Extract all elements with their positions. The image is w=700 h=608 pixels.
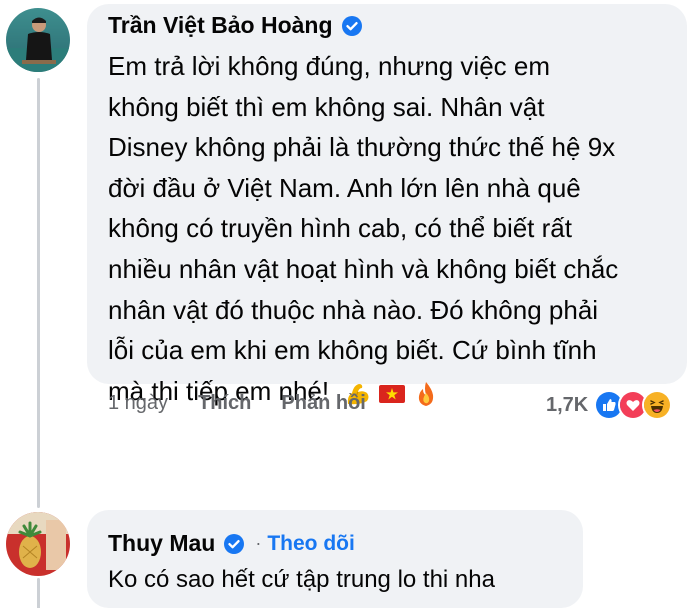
comment-text-line: đời đầu ở Việt Nam. Anh lớn lên nhà quê: [108, 172, 581, 203]
reaction-count: 1,7K: [546, 393, 589, 416]
comment-text-line: nhiều nhân vật hoạt hình và không biết c…: [108, 253, 619, 284]
reaction-summary[interactable]: 1,7K: [546, 390, 673, 420]
haha-reaction-icon: [642, 390, 673, 420]
separator-dot: ·: [255, 533, 262, 553]
verified-badge-icon: [341, 15, 363, 37]
verified-badge-icon: [223, 533, 245, 555]
reaction-icons: [594, 390, 673, 420]
comment-text-line: nhân vật đó thuộc nhà nào. Đó không phải: [108, 294, 599, 325]
comment-text: Ko có sao hết cứ tập trung lo thi nha: [108, 566, 495, 593]
comment-text-line: Em trả lời không đúng, nhưng việc em: [108, 51, 551, 81]
follow-button[interactable]: Theo dõi: [267, 532, 355, 556]
thread-connector-line: [37, 78, 40, 508]
comment-author-name[interactable]: Trần Việt Bảo Hoàng: [108, 12, 333, 39]
comment-text-line: không có truyền hình cab, có thể biết rấ…: [108, 213, 572, 244]
avatar[interactable]: [6, 8, 70, 72]
thread-connector-line: [37, 578, 40, 608]
comment-actions: 1 ngày Thích Phản hồi: [108, 392, 396, 415]
fire-icon: [412, 379, 440, 407]
like-button[interactable]: Thích: [198, 392, 251, 415]
comment-author-name[interactable]: Thuy Mau: [108, 530, 215, 557]
comment-text-line: Disney không phải là thường thức thế hệ …: [108, 132, 616, 163]
reply-button[interactable]: Phản hồi: [281, 392, 365, 415]
comment-text: Em trả lời không đúng, nhưng việc em khô…: [108, 46, 678, 411]
comment-timestamp[interactable]: 1 ngày: [108, 392, 168, 415]
avatar[interactable]: [6, 512, 70, 576]
comment-text-line: lỗi của em khi em không biết. Cứ bình tĩ…: [108, 335, 597, 366]
comment-author-row: Thuy Mau · Theo dõi: [108, 530, 355, 557]
comment-text-line: không biết thì em không sai. Nhân vật: [108, 91, 545, 122]
comment-author-row: Trần Việt Bảo Hoàng: [108, 12, 363, 39]
